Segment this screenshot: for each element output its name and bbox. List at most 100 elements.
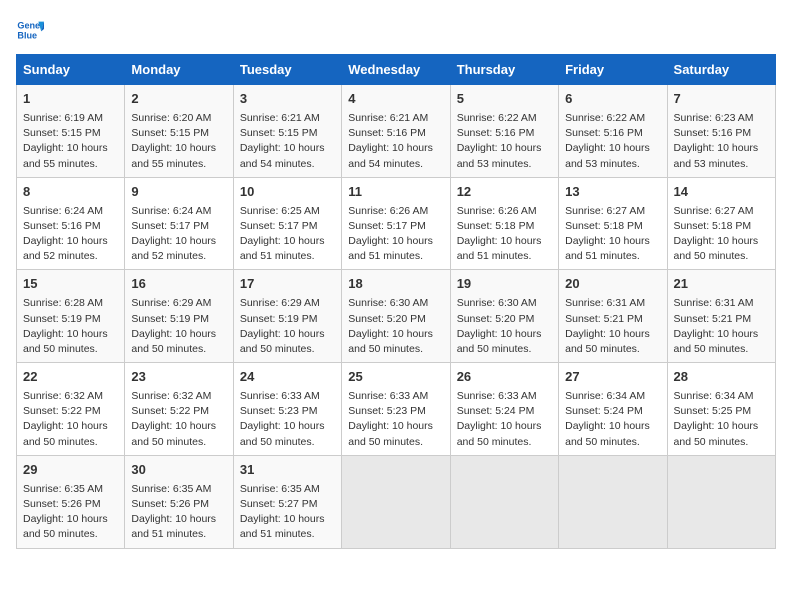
calendar-week-3: 15Sunrise: 6:28 AM Sunset: 5:19 PM Dayli… — [17, 270, 776, 363]
day-info: Sunrise: 6:35 AM Sunset: 5:27 PM Dayligh… — [240, 482, 335, 543]
calendar-cell: 26 Sunrise: 6:33 AM Sunset: 5:24 PM Dayli… — [450, 363, 558, 456]
day-number: 16 — [131, 275, 226, 294]
day-number: 6 — [565, 90, 660, 109]
calendar-cell — [559, 455, 667, 548]
header-thursday: Thursday — [450, 55, 558, 85]
day-number: 10 — [240, 183, 335, 202]
day-number: 3 — [240, 90, 335, 109]
calendar-cell: 11 Sunrise: 6:26 AM Sunset: 5:17 PM Dayli… — [342, 177, 450, 270]
calendar-cell: 9Sunrise: 6:24 AM Sunset: 5:17 PM Daylig… — [125, 177, 233, 270]
day-info: Sunrise: 6:33 AM Sunset: 5:23 PM Dayligh… — [240, 389, 335, 450]
calendar-cell: 6 Sunrise: 6:22 AM Sunset: 5:16 PM Daylig… — [559, 85, 667, 178]
day-number: 18 — [348, 275, 443, 294]
calendar-cell: 25 Sunrise: 6:33 AM Sunset: 5:23 PM Dayli… — [342, 363, 450, 456]
calendar-cell: 8Sunrise: 6:24 AM Sunset: 5:16 PM Daylig… — [17, 177, 125, 270]
calendar-cell: 27 Sunrise: 6:34 AM Sunset: 5:24 PM Dayli… — [559, 363, 667, 456]
header-wednesday: Wednesday — [342, 55, 450, 85]
calendar-cell: 24 Sunrise: 6:33 AM Sunset: 5:23 PM Dayli… — [233, 363, 341, 456]
day-number: 11 — [348, 183, 443, 202]
calendar-cell: 20 Sunrise: 6:31 AM Sunset: 5:21 PM Dayli… — [559, 270, 667, 363]
calendar-cell: 12 Sunrise: 6:26 AM Sunset: 5:18 PM Dayli… — [450, 177, 558, 270]
day-number: 27 — [565, 368, 660, 387]
calendar-cell: 14Sunrise: 6:27 AM Sunset: 5:18 PM Dayli… — [667, 177, 775, 270]
day-info: Sunrise: 6:21 AM Sunset: 5:15 PM Dayligh… — [240, 111, 335, 172]
calendar-cell: 23 Sunrise: 6:32 AM Sunset: 5:22 PM Dayli… — [125, 363, 233, 456]
calendar-cell — [667, 455, 775, 548]
calendar-cell: 31 Sunrise: 6:35 AM Sunset: 5:27 PM Dayli… — [233, 455, 341, 548]
calendar-cell: 22Sunrise: 6:32 AM Sunset: 5:22 PM Dayli… — [17, 363, 125, 456]
day-info: Sunrise: 6:29 AM Sunset: 5:19 PM Dayligh… — [131, 296, 226, 357]
day-info: Sunrise: 6:27 AM Sunset: 5:18 PM Dayligh… — [565, 204, 660, 265]
day-number: 19 — [457, 275, 552, 294]
calendar-cell: 29Sunrise: 6:35 AM Sunset: 5:26 PM Dayli… — [17, 455, 125, 548]
day-number: 7 — [674, 90, 769, 109]
calendar-cell: 28 Sunrise: 6:34 AM Sunset: 5:25 PM Dayli… — [667, 363, 775, 456]
day-info: Sunrise: 6:23 AM Sunset: 5:16 PM Dayligh… — [674, 111, 769, 172]
day-info: Sunrise: 6:24 AM Sunset: 5:17 PM Dayligh… — [131, 204, 226, 265]
day-info: Sunrise: 6:35 AM Sunset: 5:26 PM Dayligh… — [131, 482, 226, 543]
calendar-cell: 21 Sunrise: 6:31 AM Sunset: 5:21 PM Dayli… — [667, 270, 775, 363]
day-info: Sunrise: 6:32 AM Sunset: 5:22 PM Dayligh… — [131, 389, 226, 450]
calendar-cell: 4Sunrise: 6:21 AM Sunset: 5:16 PM Daylig… — [342, 85, 450, 178]
header-saturday: Saturday — [667, 55, 775, 85]
day-number: 21 — [674, 275, 769, 294]
day-number: 12 — [457, 183, 552, 202]
calendar-table: SundayMondayTuesdayWednesdayThursdayFrid… — [16, 54, 776, 549]
day-info: Sunrise: 6:30 AM Sunset: 5:20 PM Dayligh… — [348, 296, 443, 357]
day-info: Sunrise: 6:27 AM Sunset: 5:18 PM Dayligh… — [674, 204, 769, 265]
calendar-cell: 1 Sunrise: 6:19 AM Sunset: 5:15 PM Daylig… — [17, 85, 125, 178]
day-number: 13 — [565, 183, 660, 202]
calendar-cell: 15Sunrise: 6:28 AM Sunset: 5:19 PM Dayli… — [17, 270, 125, 363]
calendar-cell: 7 Sunrise: 6:23 AM Sunset: 5:16 PM Daylig… — [667, 85, 775, 178]
calendar-cell: 13 Sunrise: 6:27 AM Sunset: 5:18 PM Dayli… — [559, 177, 667, 270]
svg-text:Blue: Blue — [17, 30, 37, 40]
day-number: 1 — [23, 90, 118, 109]
day-number: 31 — [240, 461, 335, 480]
calendar-body: 1 Sunrise: 6:19 AM Sunset: 5:15 PM Daylig… — [17, 85, 776, 549]
day-info: Sunrise: 6:31 AM Sunset: 5:21 PM Dayligh… — [565, 296, 660, 357]
day-info: Sunrise: 6:33 AM Sunset: 5:24 PM Dayligh… — [457, 389, 552, 450]
calendar-cell — [342, 455, 450, 548]
day-number: 28 — [674, 368, 769, 387]
day-info: Sunrise: 6:33 AM Sunset: 5:23 PM Dayligh… — [348, 389, 443, 450]
logo: General Blue — [16, 16, 44, 44]
day-info: Sunrise: 6:34 AM Sunset: 5:24 PM Dayligh… — [565, 389, 660, 450]
calendar-week-1: 1 Sunrise: 6:19 AM Sunset: 5:15 PM Daylig… — [17, 85, 776, 178]
calendar-cell: 2 Sunrise: 6:20 AM Sunset: 5:15 PM Daylig… — [125, 85, 233, 178]
day-info: Sunrise: 6:22 AM Sunset: 5:16 PM Dayligh… — [457, 111, 552, 172]
day-info: Sunrise: 6:22 AM Sunset: 5:16 PM Dayligh… — [565, 111, 660, 172]
calendar-week-5: 29Sunrise: 6:35 AM Sunset: 5:26 PM Dayli… — [17, 455, 776, 548]
day-number: 5 — [457, 90, 552, 109]
day-number: 25 — [348, 368, 443, 387]
day-info: Sunrise: 6:25 AM Sunset: 5:17 PM Dayligh… — [240, 204, 335, 265]
day-info: Sunrise: 6:29 AM Sunset: 5:19 PM Dayligh… — [240, 296, 335, 357]
day-number: 4 — [348, 90, 443, 109]
day-number: 23 — [131, 368, 226, 387]
calendar-cell: 17Sunrise: 6:29 AM Sunset: 5:19 PM Dayli… — [233, 270, 341, 363]
day-number: 2 — [131, 90, 226, 109]
day-info: Sunrise: 6:34 AM Sunset: 5:25 PM Dayligh… — [674, 389, 769, 450]
day-number: 24 — [240, 368, 335, 387]
day-number: 26 — [457, 368, 552, 387]
calendar-header-row: SundayMondayTuesdayWednesdayThursdayFrid… — [17, 55, 776, 85]
calendar-week-2: 8Sunrise: 6:24 AM Sunset: 5:16 PM Daylig… — [17, 177, 776, 270]
day-info: Sunrise: 6:26 AM Sunset: 5:17 PM Dayligh… — [348, 204, 443, 265]
calendar-cell: 3 Sunrise: 6:21 AM Sunset: 5:15 PM Daylig… — [233, 85, 341, 178]
day-info: Sunrise: 6:31 AM Sunset: 5:21 PM Dayligh… — [674, 296, 769, 357]
page-header: General Blue — [16, 16, 776, 44]
calendar-cell — [450, 455, 558, 548]
day-number: 8 — [23, 183, 118, 202]
day-info: Sunrise: 6:30 AM Sunset: 5:20 PM Dayligh… — [457, 296, 552, 357]
day-number: 20 — [565, 275, 660, 294]
day-info: Sunrise: 6:26 AM Sunset: 5:18 PM Dayligh… — [457, 204, 552, 265]
calendar-cell: 10 Sunrise: 6:25 AM Sunset: 5:17 PM Dayli… — [233, 177, 341, 270]
calendar-cell: 5 Sunrise: 6:22 AM Sunset: 5:16 PM Daylig… — [450, 85, 558, 178]
header-friday: Friday — [559, 55, 667, 85]
calendar-cell: 30 Sunrise: 6:35 AM Sunset: 5:26 PM Dayli… — [125, 455, 233, 548]
day-number: 30 — [131, 461, 226, 480]
day-number: 22 — [23, 368, 118, 387]
day-info: Sunrise: 6:19 AM Sunset: 5:15 PM Dayligh… — [23, 111, 118, 172]
day-number: 15 — [23, 275, 118, 294]
calendar-cell: 16 Sunrise: 6:29 AM Sunset: 5:19 PM Dayli… — [125, 270, 233, 363]
day-info: Sunrise: 6:20 AM Sunset: 5:15 PM Dayligh… — [131, 111, 226, 172]
